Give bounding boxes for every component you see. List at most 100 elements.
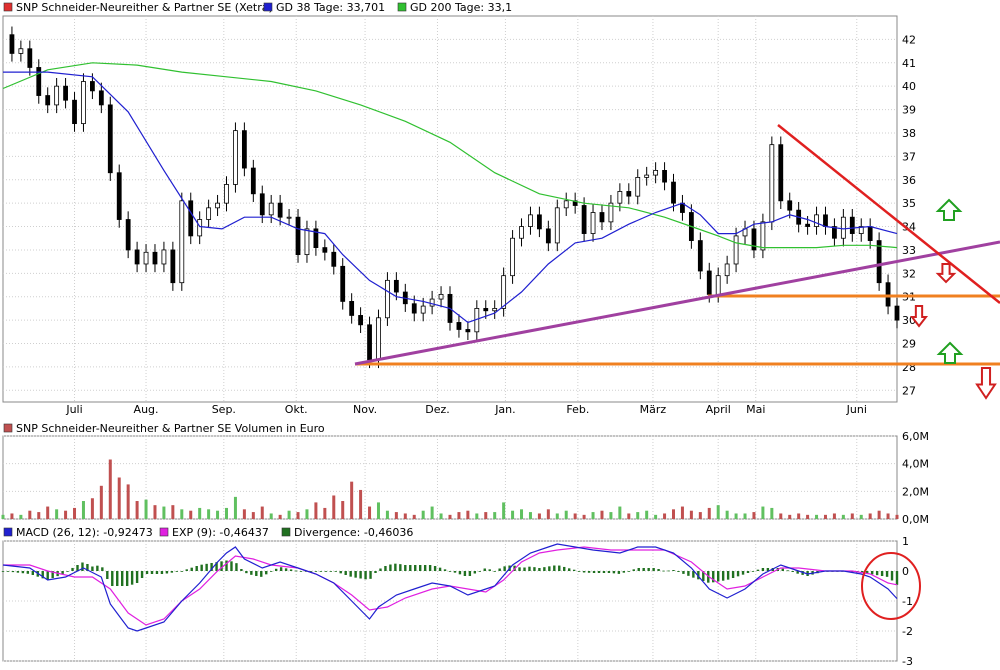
candle-body xyxy=(733,235,739,265)
month-label: Feb. xyxy=(566,403,589,416)
volume-bar xyxy=(251,512,255,519)
divergence-bar xyxy=(761,568,765,571)
price-tick-label: 37 xyxy=(902,150,916,163)
arrow-up-icon xyxy=(935,198,963,221)
legend-swatch-price xyxy=(3,2,13,12)
volume-tick-label: 6,0M xyxy=(902,430,929,443)
candle-body xyxy=(617,191,623,204)
volume-bar xyxy=(430,506,434,519)
arrow-down-icon xyxy=(975,367,997,400)
volume-bar xyxy=(564,510,568,519)
divergence-bar xyxy=(369,571,372,579)
divergence-bar xyxy=(319,571,323,572)
divergence-bar xyxy=(572,569,576,571)
divergence-bar xyxy=(657,569,660,571)
divergence-bar xyxy=(568,568,571,571)
volume-bar xyxy=(779,513,783,519)
candle-body xyxy=(787,200,793,211)
macd-tick-label: 1 xyxy=(902,535,909,548)
candle-body xyxy=(393,279,399,293)
candle-body xyxy=(188,200,194,237)
candle-body xyxy=(340,265,346,302)
candle-body xyxy=(599,212,605,223)
volume-bar xyxy=(412,514,416,519)
candle-body xyxy=(286,216,292,219)
candle-body xyxy=(125,219,131,251)
candle-body xyxy=(510,237,515,277)
volume-bar xyxy=(520,509,524,519)
divergence-bar xyxy=(399,564,402,571)
divergence-bar xyxy=(672,570,675,571)
volume-bar xyxy=(627,513,631,519)
volume-bar xyxy=(672,509,675,519)
volume-bar xyxy=(457,512,461,519)
divergence-bar xyxy=(721,571,725,581)
divergence-bar xyxy=(200,564,203,571)
legend-div: Divergence: -0,46036 xyxy=(294,526,413,539)
volume-bar xyxy=(466,510,470,519)
stock-chart: 27282930313233343536373839404142JuliAug.… xyxy=(1,1,1000,668)
month-label: Okt. xyxy=(285,403,308,416)
price-tick-label: 39 xyxy=(902,104,916,117)
volume-bar xyxy=(886,513,890,519)
candle-body xyxy=(501,275,507,309)
volume-bar xyxy=(546,509,550,519)
candle-body xyxy=(671,181,676,204)
divergence-bar xyxy=(66,571,69,572)
volume-bar xyxy=(868,513,872,519)
divergence-bar xyxy=(230,561,233,571)
candle-body xyxy=(331,251,337,267)
volume-bar xyxy=(314,502,318,519)
candle-body xyxy=(438,293,444,300)
price-tick-label: 32 xyxy=(902,267,916,280)
divergence-bar xyxy=(1,571,5,572)
volume-bar xyxy=(242,509,246,519)
candle-body xyxy=(206,207,212,220)
volume-bar xyxy=(90,498,94,519)
divergence-bar xyxy=(374,571,377,573)
divergence-bar xyxy=(523,567,526,571)
legend-gd38: GD 38 Tage: 33,701 xyxy=(276,1,385,14)
volume-bar xyxy=(421,510,425,519)
divergence-bar xyxy=(443,569,447,571)
divergence-bar xyxy=(632,569,635,571)
divergence-bar xyxy=(667,570,670,572)
volume-bar xyxy=(663,513,667,519)
legend-macd: MACD (26, 12): -0,92473 xyxy=(16,526,153,539)
divergence-bar xyxy=(617,571,621,574)
divergence-bar xyxy=(195,566,198,571)
divergence-bar xyxy=(190,567,193,571)
volume-bar xyxy=(162,506,166,519)
volume-bar xyxy=(64,510,68,519)
volume-bar xyxy=(180,509,184,519)
divergence-bar xyxy=(781,568,784,571)
volume-bar xyxy=(716,505,720,519)
month-label: Sep. xyxy=(212,403,236,416)
candle-body xyxy=(161,249,167,265)
divergence-bar xyxy=(553,565,556,571)
divergence-bar xyxy=(682,571,685,574)
candle-body xyxy=(170,249,176,284)
volume-bar xyxy=(761,506,765,519)
divergence-bar xyxy=(329,571,332,572)
divergence-bar xyxy=(533,567,536,571)
candle-body xyxy=(867,226,873,241)
divergence-bar xyxy=(334,571,337,572)
price-tick-label: 41 xyxy=(902,57,916,70)
arrow-down-icon xyxy=(935,263,957,284)
divergence-bar xyxy=(756,569,760,571)
legend-swatch-volume xyxy=(3,423,13,433)
divergence-bar xyxy=(637,568,640,571)
divergence-bar xyxy=(746,571,750,573)
divergence-bar xyxy=(786,570,789,572)
divergence-bar xyxy=(101,567,104,571)
volume-bar xyxy=(609,512,613,519)
divergence-bar xyxy=(294,570,298,572)
volume-bar xyxy=(73,507,77,519)
month-label: Nov. xyxy=(353,403,377,416)
volume-bar xyxy=(823,514,827,519)
volume-bar xyxy=(233,496,237,519)
legend-volume: SNP Schneider-Neureither & Partner SE Vo… xyxy=(16,422,325,435)
candle-body xyxy=(295,216,301,256)
candle-body xyxy=(277,202,283,218)
